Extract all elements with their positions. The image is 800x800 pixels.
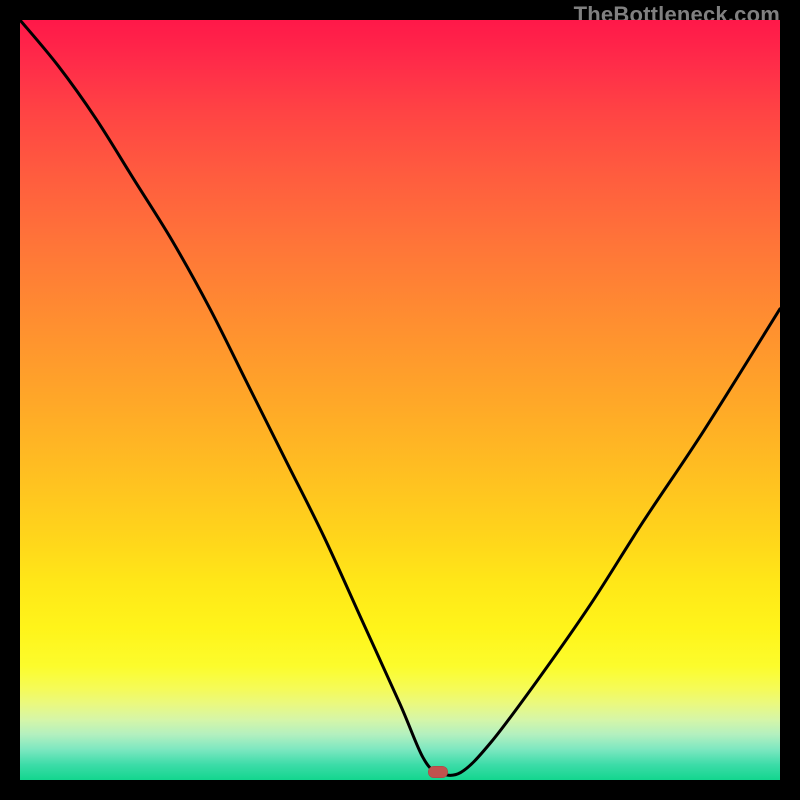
- chart-frame: [20, 20, 780, 780]
- optimal-point-marker: [428, 766, 448, 778]
- chart-gradient-background: [20, 20, 780, 780]
